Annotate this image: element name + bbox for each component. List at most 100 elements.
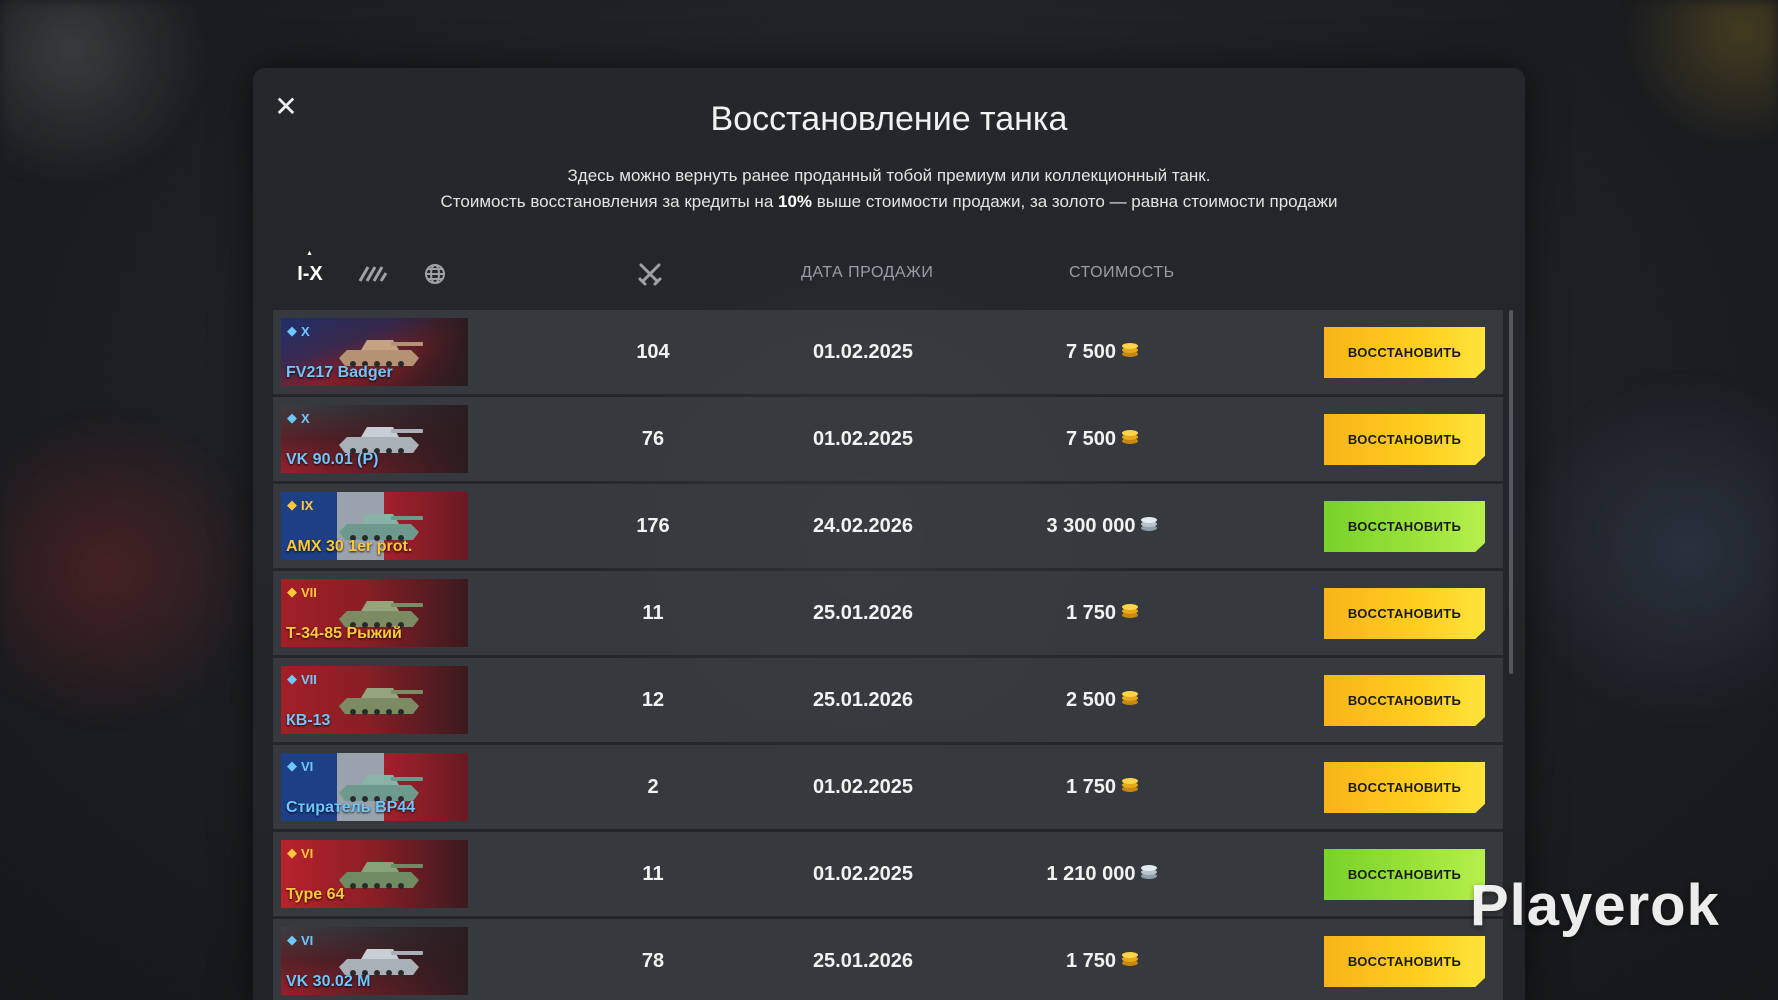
vehicle-class-icon[interactable] bbox=[357, 258, 389, 290]
tier-filter[interactable]: I-X bbox=[293, 250, 327, 286]
table-row: ◆ VI Type 64 11 01.02.2025 1 210 000 ВОСС… bbox=[273, 832, 1503, 916]
sale-date: 01.02.2025 bbox=[812, 427, 914, 450]
sale-date: 01.02.2025 bbox=[812, 775, 914, 798]
globe-icon[interactable] bbox=[419, 258, 451, 290]
tank-tier: ◆ VI bbox=[287, 758, 313, 774]
tank-tier: ◆ VII bbox=[287, 671, 317, 687]
premium-diamond-icon: ◆ bbox=[287, 671, 297, 686]
restore-button[interactable]: ВОССТАНОВИТЬ bbox=[1324, 762, 1485, 813]
filter-bar: I-X bbox=[293, 250, 451, 290]
tank-icon bbox=[339, 688, 423, 715]
cost-value: 1 750 bbox=[1065, 601, 1117, 624]
restore-cost: 1 210 000 bbox=[1003, 861, 1203, 887]
tier-label: VII bbox=[301, 584, 317, 600]
restore-button[interactable]: ВОССТАНОВИТЬ bbox=[1324, 675, 1485, 726]
gold-icon bbox=[1120, 948, 1140, 974]
sale-date: 25.01.2026 bbox=[812, 949, 914, 972]
date-column-header[interactable]: ДАТА ПРОДАЖИ bbox=[801, 264, 933, 282]
restore-cost: 1 750 bbox=[1003, 600, 1203, 626]
tank-thumbnail: ◆ VI Стиратель BP44 bbox=[281, 753, 468, 821]
tank-name: VK 30.02 M bbox=[286, 973, 371, 990]
battles-count: 11 bbox=[642, 601, 664, 624]
tier-label: VI bbox=[301, 845, 314, 861]
tank-thumbnail: ◆ VII Т-34-85 Рыжий bbox=[281, 579, 468, 647]
tank-thumbnail: ◆ VII КВ-13 bbox=[281, 666, 468, 734]
restore-tank-dialog: ✕ Восстановление танка Здесь можно верну… bbox=[253, 68, 1525, 1000]
dialog-subtitle: Здесь можно вернуть ранее проданный тобо… bbox=[253, 163, 1525, 215]
cost-column-header[interactable]: СТОИМОСТЬ bbox=[1069, 264, 1175, 282]
tank-name: VK 90.01 (P) bbox=[286, 451, 379, 468]
restore-button[interactable]: ВОССТАНОВИТЬ bbox=[1324, 588, 1485, 639]
premium-diamond-icon: ◆ bbox=[287, 584, 297, 599]
tank-thumbnail: ◆ IX AMX 30 1er prot. bbox=[281, 492, 468, 560]
tank-thumbnail: ◆ X VK 90.01 (P) bbox=[281, 405, 468, 473]
sale-date: 25.01.2026 bbox=[812, 601, 914, 624]
table-row: ◆ X FV217 Badger 104 01.02.2025 7 500 ВОС… bbox=[273, 310, 1503, 394]
subtitle-percent: 10% bbox=[778, 192, 813, 211]
battles-count: 76 bbox=[641, 427, 665, 450]
tank-name: FV217 Badger bbox=[286, 364, 393, 381]
gold-icon bbox=[1120, 774, 1140, 800]
cost-value: 1 750 bbox=[1065, 775, 1117, 798]
tank-tier: ◆ X bbox=[287, 323, 310, 339]
restore-button[interactable]: ВОССТАНОВИТЬ bbox=[1324, 501, 1485, 552]
scrollbar[interactable] bbox=[1509, 310, 1513, 674]
restore-button[interactable]: ВОССТАНОВИТЬ bbox=[1324, 414, 1485, 465]
restore-cost: 1 750 bbox=[1003, 948, 1203, 974]
tier-label: X bbox=[301, 410, 310, 426]
tank-tier: ◆ VI bbox=[287, 932, 313, 948]
tank-name: Т-34-85 Рыжий bbox=[286, 625, 402, 642]
tier-label: IX bbox=[301, 497, 314, 513]
restore-cost: 2 500 bbox=[1003, 687, 1203, 713]
table-row: ◆ X VK 90.01 (P) 76 01.02.2025 7 500 ВОСС… bbox=[273, 397, 1503, 481]
premium-diamond-icon: ◆ bbox=[287, 932, 297, 947]
tank-list: ◆ X FV217 Badger 104 01.02.2025 7 500 ВОС… bbox=[273, 310, 1503, 1000]
subtitle-text: выше стоимости продажи, за золото — равн… bbox=[812, 192, 1338, 211]
tank-name: КВ-13 bbox=[286, 712, 331, 729]
sale-date: 25.01.2026 bbox=[812, 688, 914, 711]
credits-icon bbox=[1139, 861, 1159, 887]
table-row: ◆ VI VK 30.02 M 78 25.01.2026 1 750 ВОССТ… bbox=[273, 919, 1503, 1000]
restore-cost: 3 300 000 bbox=[1003, 513, 1203, 539]
tank-name: AMX 30 1er prot. bbox=[286, 538, 413, 555]
table-row: ◆ VII КВ-13 12 25.01.2026 2 500 ВОССТАНОВ… bbox=[273, 658, 1503, 742]
battles-count: 2 bbox=[647, 775, 659, 798]
tier-label: VII bbox=[301, 671, 317, 687]
tank-tier: ◆ IX bbox=[287, 497, 313, 513]
cost-value: 1 750 bbox=[1065, 949, 1117, 972]
tier-label: VI bbox=[301, 758, 314, 774]
cost-value: 1 210 000 bbox=[1046, 862, 1136, 885]
premium-diamond-icon: ◆ bbox=[287, 497, 297, 512]
subtitle-text: Стоимость восстановления за кредиты на bbox=[440, 192, 779, 211]
watermark-logo: Playerok bbox=[1470, 873, 1720, 938]
battles-count: 11 bbox=[642, 862, 664, 885]
tank-name: Type 64 bbox=[286, 886, 345, 903]
restore-button[interactable]: ВОССТАНОВИТЬ bbox=[1324, 327, 1485, 378]
restore-button[interactable]: ВОССТАНОВИТЬ bbox=[1324, 936, 1485, 987]
battles-count: 104 bbox=[636, 340, 670, 363]
table-row: ◆ VI Стиратель BP44 2 01.02.2025 1 750 ВО… bbox=[273, 745, 1503, 829]
tank-name: Стиратель BP44 bbox=[286, 799, 416, 816]
tank-icon bbox=[339, 862, 423, 889]
cost-value: 7 500 bbox=[1065, 340, 1117, 363]
battles-count: 12 bbox=[641, 688, 665, 711]
crossed-swords-icon[interactable] bbox=[637, 261, 663, 287]
restore-cost: 7 500 bbox=[1003, 339, 1203, 365]
tier-label: X bbox=[301, 323, 310, 339]
sale-date: 01.02.2025 bbox=[812, 862, 914, 885]
battles-count: 78 bbox=[641, 949, 665, 972]
gold-icon bbox=[1120, 426, 1140, 452]
tank-thumbnail: ◆ X FV217 Badger bbox=[281, 318, 468, 386]
subtitle-line-1: Здесь можно вернуть ранее проданный тобо… bbox=[567, 166, 1211, 185]
cost-value: 3 300 000 bbox=[1046, 514, 1136, 537]
premium-diamond-icon: ◆ bbox=[287, 845, 297, 860]
premium-diamond-icon: ◆ bbox=[287, 758, 297, 773]
sale-date: 01.02.2025 bbox=[812, 340, 914, 363]
tank-tier: ◆ VI bbox=[287, 845, 313, 861]
table-row: ◆ IX AMX 30 1er prot. 176 24.02.2026 3 30… bbox=[273, 484, 1503, 568]
restore-button[interactable]: ВОССТАНОВИТЬ bbox=[1324, 849, 1485, 900]
tank-thumbnail: ◆ VI VK 30.02 M bbox=[281, 927, 468, 995]
gold-icon bbox=[1120, 339, 1140, 365]
tank-tier: ◆ VII bbox=[287, 584, 317, 600]
battles-count: 176 bbox=[636, 514, 670, 537]
